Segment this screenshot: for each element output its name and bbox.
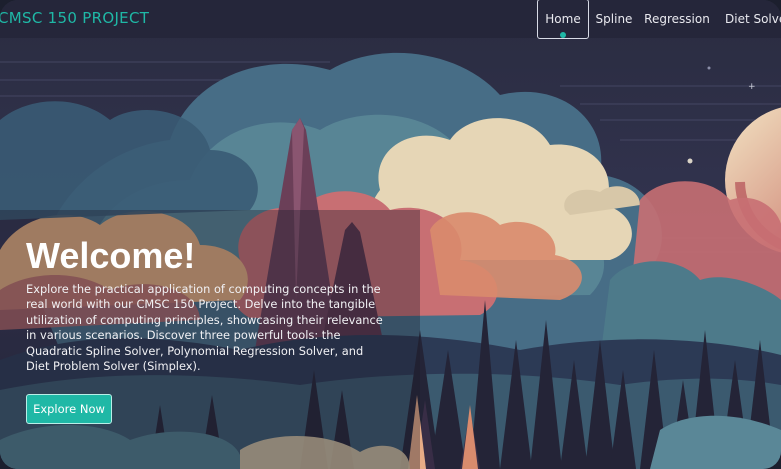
main-nav: Home Spline Regression Diet Solver	[537, 0, 781, 39]
nav-diet-solver-label: Diet Solver	[725, 12, 781, 26]
nav-regression-label: Regression	[644, 12, 710, 26]
hero-description: Explore the practical application of com…	[26, 282, 383, 374]
brand-logo-text[interactable]: CMSC 150 PROJECT	[0, 9, 149, 27]
explore-now-label: Explore Now	[33, 402, 105, 416]
svg-text:+: +	[748, 82, 756, 92]
nav-home[interactable]: Home	[537, 0, 589, 39]
hero-content: Welcome! Explore the practical applicati…	[26, 236, 391, 374]
nav-home-label: Home	[545, 12, 581, 26]
app-window: + CMSC 150 PROJECT Home Spline Regressio…	[0, 0, 781, 469]
explore-now-button[interactable]: Explore Now	[26, 394, 112, 424]
hero-title: Welcome!	[26, 235, 196, 276]
nav-spline-label: Spline	[595, 12, 633, 26]
nav-spline[interactable]: Spline	[589, 0, 639, 38]
top-navbar: CMSC 150 PROJECT Home Spline Regression …	[0, 0, 781, 39]
nav-diet-solver[interactable]: Diet Solver	[715, 0, 781, 38]
active-indicator-icon	[560, 32, 566, 38]
nav-regression[interactable]: Regression	[639, 0, 715, 38]
